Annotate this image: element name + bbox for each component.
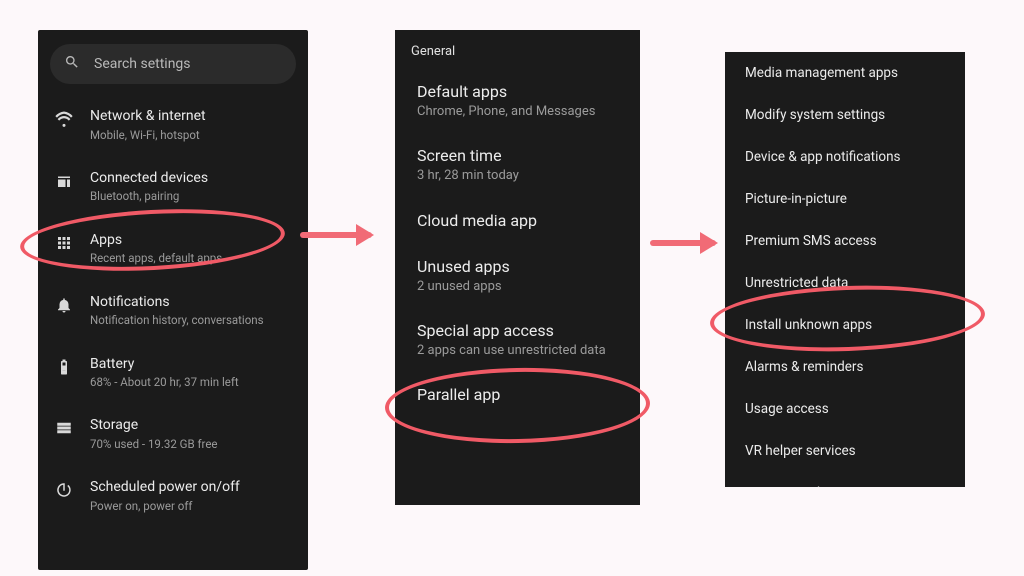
settings-item-apps[interactable]: Apps Recent apps, default apps — [38, 218, 308, 280]
apps-item-subtitle: 2 apps can use unrestricted data — [417, 343, 624, 359]
special-item-alarms-reminders[interactable]: Alarms & reminders — [725, 346, 965, 388]
battery-icon — [54, 358, 74, 376]
settings-item-title: Notifications — [90, 294, 294, 312]
apps-item-subtitle: 3 hr, 28 min today — [417, 168, 624, 184]
settings-item-subtitle: Bluetooth, pairing — [90, 189, 294, 203]
settings-item-title: Apps — [90, 232, 294, 250]
special-item-premium-sms[interactable]: Premium SMS access — [725, 220, 965, 262]
apps-item-parallel-app[interactable]: Parallel app — [395, 372, 640, 418]
special-item-install-unknown[interactable]: Install unknown apps — [725, 304, 965, 346]
settings-item-title: Battery — [90, 356, 294, 374]
apps-item-title: Special app access — [417, 321, 624, 341]
special-item-modify-system[interactable]: Modify system settings — [725, 94, 965, 136]
settings-item-scheduled-power[interactable]: Scheduled power on/off Power on, power o… — [38, 465, 308, 527]
apps-item-cloud-media[interactable]: Cloud media app — [395, 198, 640, 244]
storage-icon — [54, 419, 74, 437]
apps-item-title: Unused apps — [417, 257, 624, 277]
apps-grid-icon — [54, 234, 74, 252]
settings-item-title: Connected devices — [90, 170, 294, 188]
special-item-wifi-control[interactable]: Wi-Fi control — [725, 472, 965, 487]
settings-item-subtitle: Mobile, Wi-Fi, hotspot — [90, 128, 294, 142]
apps-item-special-app-access[interactable]: Special app access 2 apps can use unrest… — [395, 308, 640, 372]
settings-item-subtitle: 68% - About 20 hr, 37 min left — [90, 375, 294, 389]
special-item-picture-in-picture[interactable]: Picture-in-picture — [725, 178, 965, 220]
apps-item-subtitle: 2 unused apps — [417, 279, 624, 295]
settings-item-connected-devices[interactable]: Connected devices Bluetooth, pairing — [38, 156, 308, 218]
panel-header: General — [395, 30, 640, 69]
special-app-access-panel: Media management apps Modify system sett… — [725, 52, 965, 487]
settings-item-battery[interactable]: Battery 68% - About 20 hr, 37 min left — [38, 342, 308, 404]
settings-item-subtitle: 70% used - 19.32 GB free — [90, 437, 294, 451]
settings-item-network[interactable]: Network & internet Mobile, Wi-Fi, hotspo… — [38, 94, 308, 156]
special-item-unrestricted-data[interactable]: Unrestricted data — [725, 262, 965, 304]
wifi-icon — [54, 110, 74, 128]
apps-item-title: Default apps — [417, 82, 624, 102]
apps-item-title: Parallel app — [417, 385, 624, 405]
apps-item-subtitle: Chrome, Phone, and Messages — [417, 104, 624, 120]
special-item-vr-helper[interactable]: VR helper services — [725, 430, 965, 472]
settings-item-storage[interactable]: Storage 70% used - 19.32 GB free — [38, 403, 308, 465]
apps-item-screen-time[interactable]: Screen time 3 hr, 28 min today — [395, 133, 640, 197]
settings-item-subtitle: Recent apps, default apps — [90, 251, 294, 265]
devices-icon — [54, 172, 74, 190]
bell-icon — [54, 296, 74, 314]
search-placeholder: Search settings — [94, 56, 191, 72]
settings-item-notifications[interactable]: Notifications Notification history, conv… — [38, 280, 308, 342]
settings-main-panel: Search settings Network & internet Mobil… — [38, 30, 308, 570]
apps-item-title: Cloud media app — [417, 211, 624, 231]
special-item-usage-access[interactable]: Usage access — [725, 388, 965, 430]
apps-item-default-apps[interactable]: Default apps Chrome, Phone, and Messages — [395, 69, 640, 133]
settings-item-subtitle: Power on, power off — [90, 499, 294, 513]
annotation-arrow-2 — [650, 240, 716, 246]
apps-item-title: Screen time — [417, 146, 624, 166]
power-icon — [54, 481, 74, 499]
settings-item-title: Network & internet — [90, 108, 294, 126]
settings-item-subtitle: Notification history, conversations — [90, 313, 294, 327]
apps-general-panel: General Default apps Chrome, Phone, and … — [395, 30, 640, 505]
settings-item-title: Scheduled power on/off — [90, 479, 294, 497]
settings-item-title: Storage — [90, 417, 294, 435]
search-icon — [64, 54, 94, 74]
special-item-media-management[interactable]: Media management apps — [725, 52, 965, 94]
special-item-device-app-notif[interactable]: Device & app notifications — [725, 136, 965, 178]
apps-item-unused-apps[interactable]: Unused apps 2 unused apps — [395, 244, 640, 308]
annotation-arrow-1 — [300, 232, 372, 238]
search-settings[interactable]: Search settings — [50, 44, 296, 84]
